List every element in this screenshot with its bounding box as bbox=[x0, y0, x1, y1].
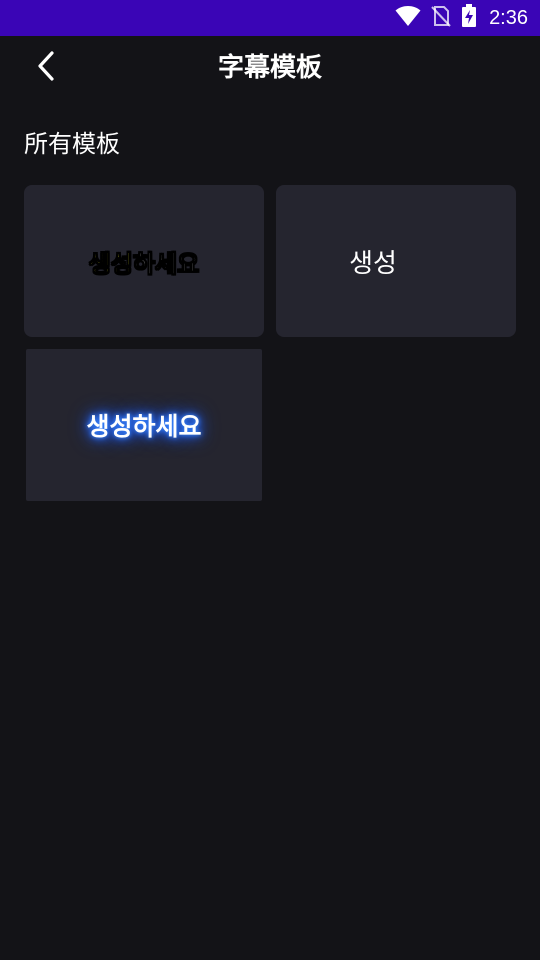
template-highlight-text: 생성 bbox=[88, 249, 133, 278]
status-bar: 2:36 bbox=[0, 0, 540, 36]
template-preview-text: 생성 bbox=[349, 248, 397, 279]
status-icons: 2:36 bbox=[395, 0, 528, 36]
no-sim-icon bbox=[431, 5, 451, 31]
app-bar: 字幕模板 bbox=[0, 36, 540, 100]
template-preview-text: 생성하세요 bbox=[86, 412, 202, 441]
template-card-3[interactable]: 생성하세요 bbox=[26, 349, 262, 501]
template-card-1[interactable]: 생성하세요 bbox=[24, 185, 264, 337]
page-title: 字幕模板 bbox=[217, 53, 322, 83]
template-preview-text: 생성하세요 bbox=[88, 244, 200, 279]
status-time: 2:36 bbox=[489, 6, 528, 29]
section-title: 所有模板 bbox=[24, 130, 120, 158]
template-rest-text: 하세요 bbox=[132, 249, 200, 278]
wifi-icon bbox=[395, 5, 421, 31]
back-button[interactable] bbox=[26, 48, 66, 88]
battery-charging-icon bbox=[461, 4, 477, 32]
chevron-left-icon bbox=[34, 50, 58, 86]
template-card-2[interactable]: 생성 bbox=[276, 185, 516, 337]
